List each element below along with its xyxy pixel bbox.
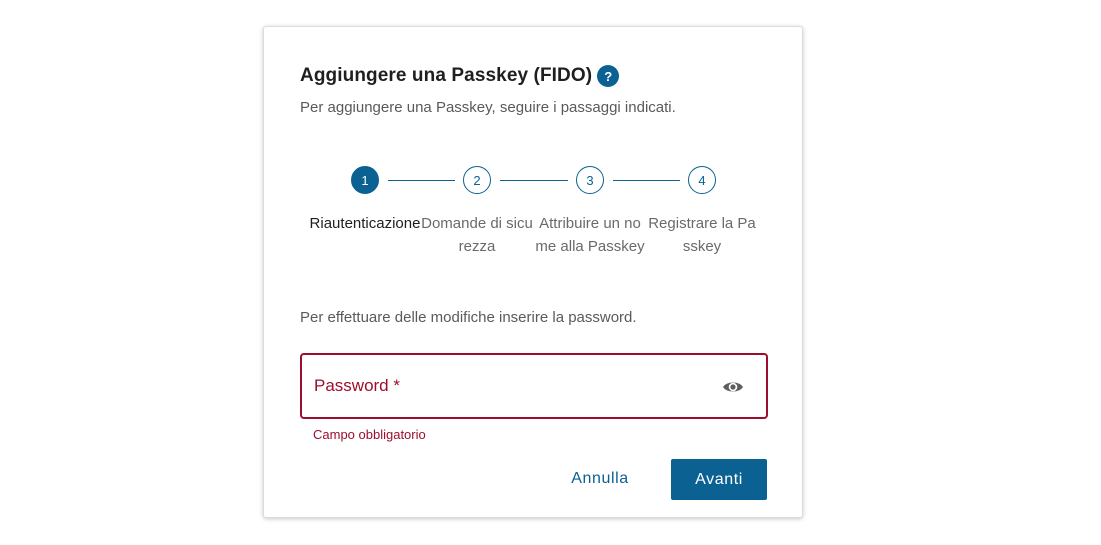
step-3-indicator: 3 <box>576 166 604 194</box>
step-connector <box>613 180 680 181</box>
step-connector <box>388 180 455 181</box>
step-3-label: Attribuire un nome alla Passkey <box>535 215 645 255</box>
cancel-button[interactable]: Annulla <box>554 459 646 499</box>
step-connector <box>500 180 568 181</box>
password-error-message: Campo obbligatorio <box>313 427 426 442</box>
step-2-label: Domande di sicurezza <box>421 215 533 255</box>
password-instruction: Per effettuare delle modifiche inserire … <box>300 309 637 326</box>
step-1-indicator: 1 <box>351 166 379 194</box>
eye-icon[interactable] <box>722 379 744 395</box>
step-2-indicator: 2 <box>463 166 491 194</box>
step-4-label: Registrare la Passkey <box>648 215 756 255</box>
add-passkey-dialog: Aggiungere una Passkey (FIDO) ? Per aggi… <box>263 26 803 518</box>
password-field[interactable]: Password * <box>300 353 768 419</box>
step-1-label: Riautenticazione <box>309 215 421 232</box>
next-button[interactable]: Avanti <box>671 459 767 500</box>
step-4-indicator: 4 <box>688 166 716 194</box>
stepper: 1 2 3 4 Riautenticazione Domande di sicu… <box>264 27 804 287</box>
password-field-label: Password * <box>314 376 400 395</box>
